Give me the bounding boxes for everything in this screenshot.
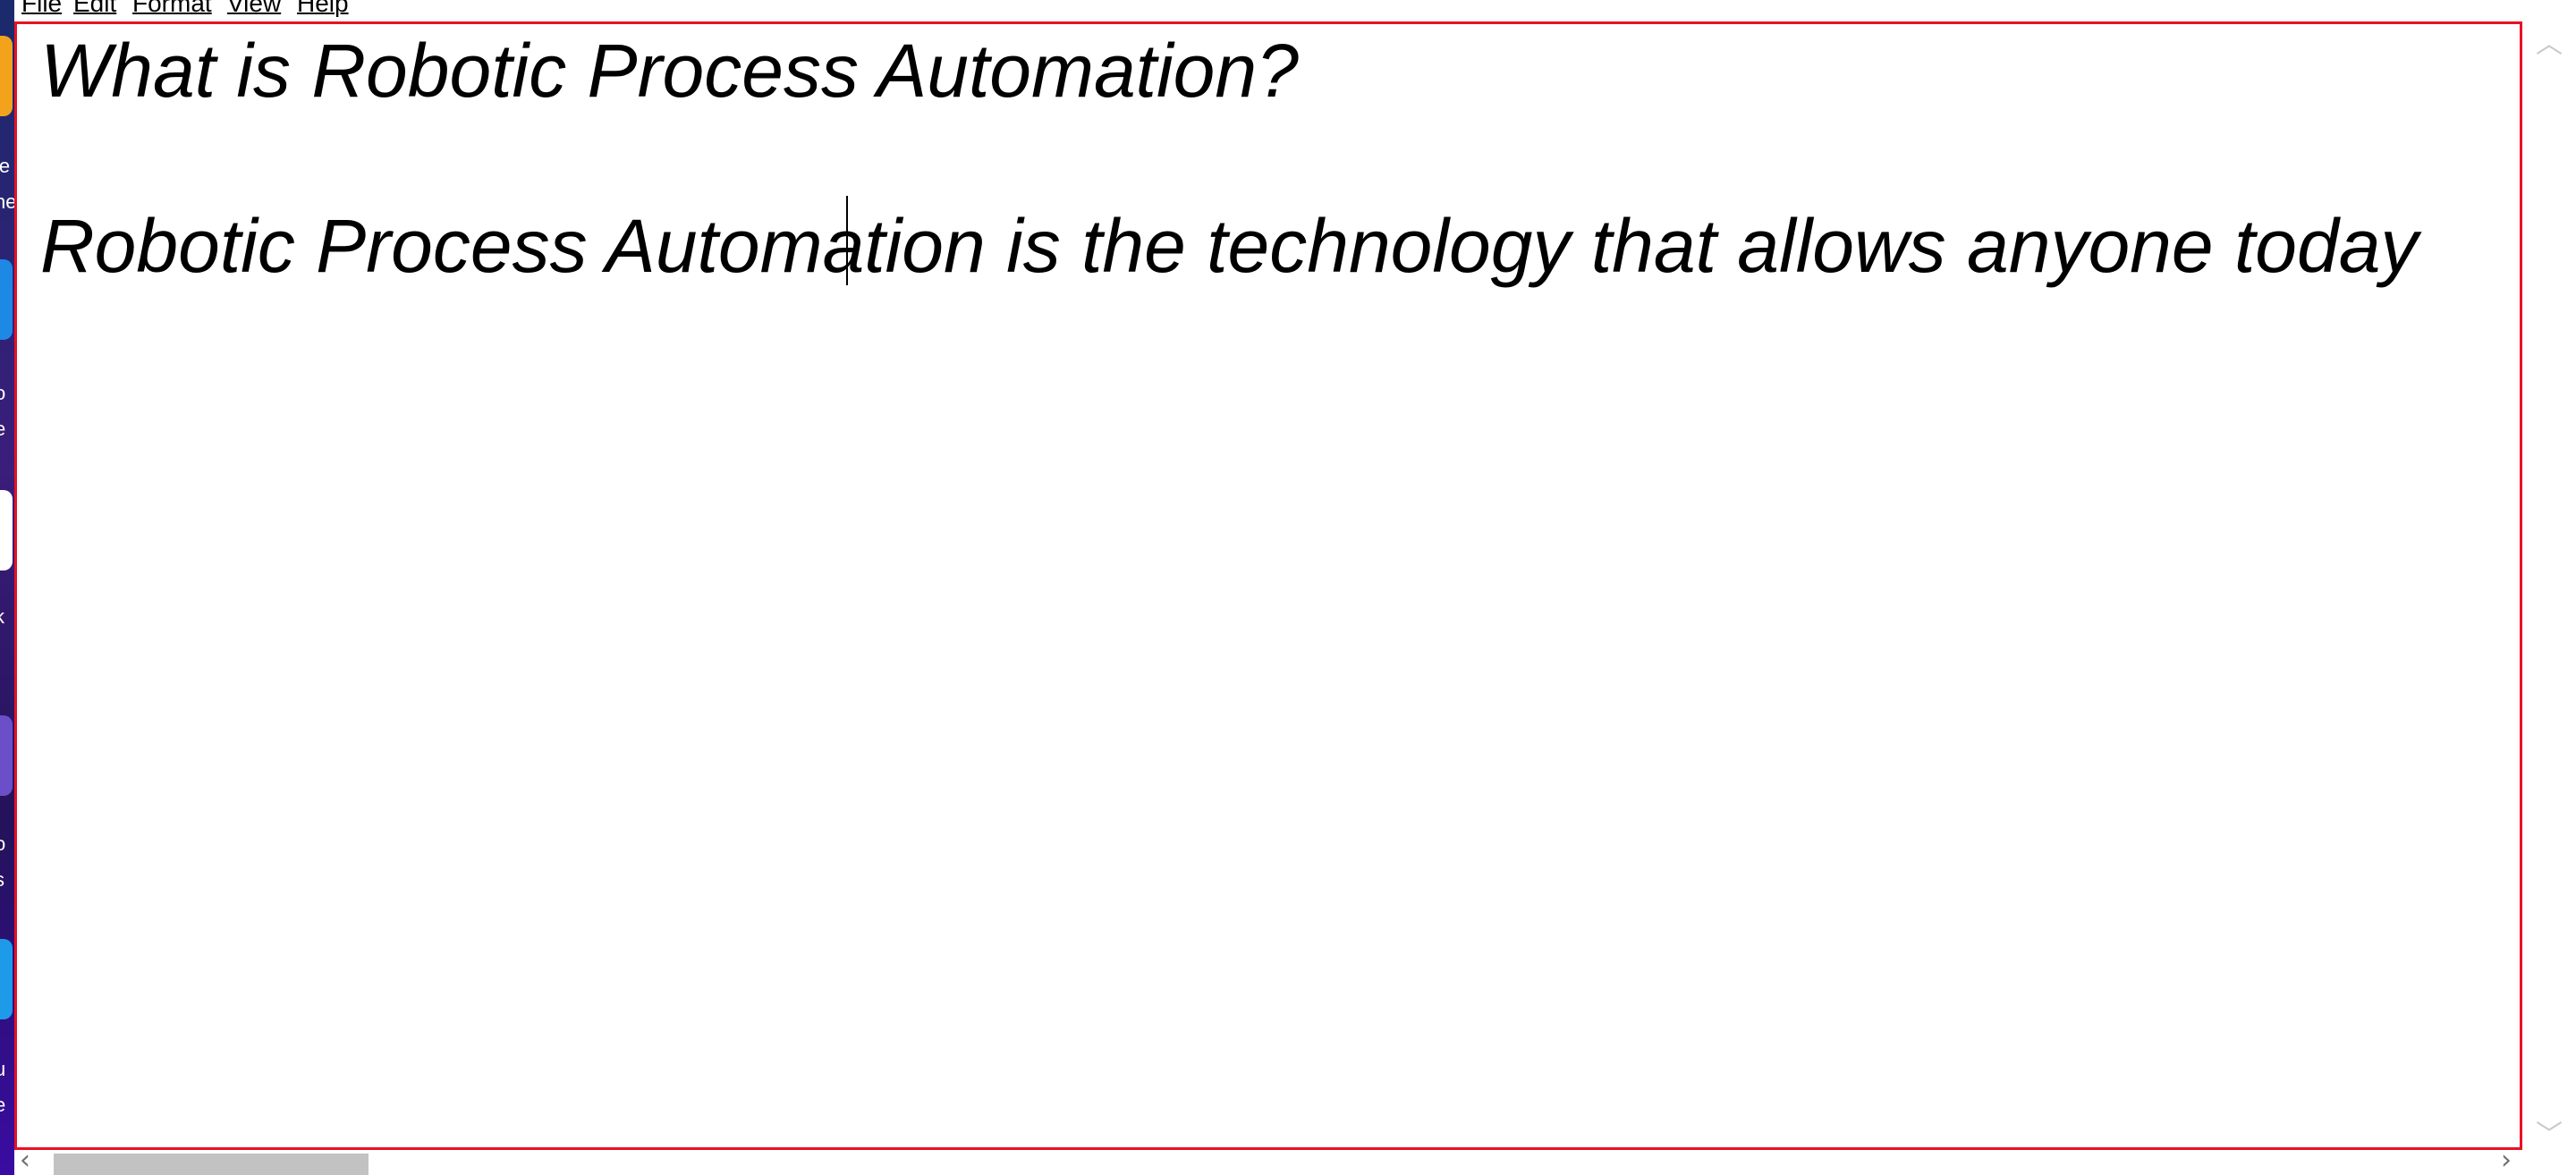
horizontal-scrollbar[interactable]: ‹ › [14, 1145, 2576, 1175]
vertical-scrollbar[interactable]: ︿ ﹀ [2522, 21, 2576, 1152]
desktop-icon-label: le [0, 155, 11, 177]
horizontal-scroll-thumb[interactable] [54, 1154, 369, 1175]
desktop-icon-label: k [0, 599, 14, 635]
desktop-icon-label: e [0, 1094, 6, 1116]
screen: le he o e k o s u e File Edit Format Vie… [0, 0, 2576, 1175]
desktop-icon-label: e [0, 418, 6, 440]
text-editor[interactable]: What is Robotic Process Automation? Robo… [14, 21, 2522, 1150]
chevron-up-icon[interactable]: ︿ [2522, 21, 2576, 61]
desktop-app-icon[interactable] [0, 36, 13, 116]
menu-bar: File Edit Format View Help [14, 0, 2576, 21]
chevron-right-icon[interactable]: › [2501, 1145, 2512, 1175]
menu-format[interactable]: Format [132, 0, 212, 18]
desktop-app-icon[interactable] [0, 259, 13, 340]
desktop-icon-label: he [0, 190, 14, 213]
text-caret [846, 196, 848, 285]
editor-line-3: Robotic Process Automation is the techno… [40, 204, 2419, 288]
desktop-icon-label: u [0, 1058, 6, 1080]
desktop-icon-label: s [0, 862, 14, 898]
editor-line-1: What is Robotic Process Automation? [40, 29, 1299, 113]
desktop-strip: le he o e k o s u e [0, 0, 14, 1175]
desktop-icon-label: o [0, 382, 6, 404]
desktop-icon-label: o [0, 833, 6, 855]
menu-help[interactable]: Help [297, 0, 349, 18]
chevron-left-icon[interactable]: ‹ [20, 1145, 30, 1175]
desktop-app-icon[interactable] [0, 490, 13, 571]
menu-file[interactable]: File [21, 0, 62, 18]
chevron-down-icon[interactable]: ﹀ [2522, 1112, 2576, 1152]
desktop-app-icon[interactable] [0, 939, 13, 1019]
desktop-app-icon[interactable] [0, 715, 13, 796]
menu-edit[interactable]: Edit [73, 0, 116, 18]
menu-view[interactable]: View [227, 0, 281, 18]
